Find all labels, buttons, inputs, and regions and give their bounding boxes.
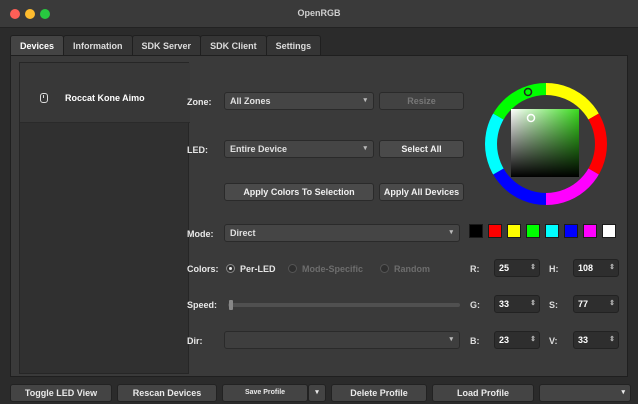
tab-information[interactable]: Information xyxy=(63,35,133,55)
tab-settings[interactable]: Settings xyxy=(265,35,322,55)
chevron-down-icon: ▾ xyxy=(449,229,453,236)
toggle-led-view-button[interactable]: Toggle LED View xyxy=(10,384,112,402)
random-radio[interactable] xyxy=(380,264,389,273)
swatch-white[interactable] xyxy=(602,224,616,238)
swatch-yellow[interactable] xyxy=(507,224,521,238)
spin-arrows-icon: ⇕ xyxy=(609,264,615,271)
zone-label: Zone: xyxy=(187,97,212,107)
green-value: 33 xyxy=(499,299,510,309)
swatch-cyan[interactable] xyxy=(545,224,559,238)
mode-label: Mode: xyxy=(187,229,214,239)
rescan-devices-button[interactable]: Rescan Devices xyxy=(117,384,217,402)
red-label: R: xyxy=(470,264,480,274)
chevron-down-icon: ▾ xyxy=(621,389,625,396)
green-spinbox[interactable]: 33 ⇕ xyxy=(494,295,540,313)
blue-label: B: xyxy=(470,336,480,346)
hue-value: 108 xyxy=(578,263,594,273)
spin-arrows-icon: ⇕ xyxy=(530,300,536,307)
swatch-green[interactable] xyxy=(526,224,540,238)
color-wheel[interactable] xyxy=(484,82,608,206)
device-list-item[interactable]: Roccat Kone Aimo xyxy=(20,63,190,123)
saturation-spinbox[interactable]: 77 ⇕ xyxy=(573,295,619,313)
mode-value: Direct xyxy=(230,228,256,238)
zone-value: All Zones xyxy=(230,96,271,106)
per-led-radio[interactable] xyxy=(226,264,235,273)
title-bar: OpenRGB xyxy=(0,0,638,28)
zone-select[interactable]: All Zones ▾ xyxy=(224,92,374,110)
save-profile-menu-button[interactable]: ▾ xyxy=(308,384,326,402)
mode-specific-label: Mode-Specific xyxy=(302,264,364,274)
delete-profile-button[interactable]: Delete Profile xyxy=(331,384,427,402)
dir-label: Dir: xyxy=(187,336,203,346)
resize-button[interactable]: Resize xyxy=(379,92,464,110)
save-profile-button[interactable]: Save Profile xyxy=(222,384,308,402)
bottom-toolbar: Toggle LED View Rescan Devices Save Prof… xyxy=(0,382,638,404)
chevron-down-icon: ▾ xyxy=(315,389,319,396)
profile-select[interactable]: ▾ xyxy=(539,384,631,402)
select-all-button[interactable]: Select All xyxy=(379,140,464,158)
value-label: V: xyxy=(549,336,558,346)
apply-colors-to-selection-button[interactable]: Apply Colors To Selection xyxy=(224,183,374,201)
chevron-down-icon: ▾ xyxy=(363,97,367,104)
mode-select[interactable]: Direct ▾ xyxy=(224,224,460,242)
led-value: Entire Device xyxy=(230,144,288,154)
saturation-value: 77 xyxy=(578,299,589,309)
red-value: 25 xyxy=(499,263,510,273)
chevron-down-icon: ▾ xyxy=(363,145,367,152)
red-spinbox[interactable]: 25 ⇕ xyxy=(494,259,540,277)
apply-all-devices-button[interactable]: Apply All Devices xyxy=(379,183,464,201)
hue-label: H: xyxy=(549,264,559,274)
spin-arrows-icon: ⇕ xyxy=(609,300,615,307)
tab-devices[interactable]: Devices xyxy=(10,35,65,55)
value-spinbox[interactable]: 33 ⇕ xyxy=(573,331,619,349)
tab-sdk-client[interactable]: SDK Client xyxy=(200,35,267,55)
blue-value: 23 xyxy=(499,335,510,345)
random-label: Random xyxy=(394,264,430,274)
green-label: G: xyxy=(470,300,480,310)
swatch-blue[interactable] xyxy=(564,224,578,238)
led-select[interactable]: Entire Device ▾ xyxy=(224,140,374,158)
blue-spinbox[interactable]: 23 ⇕ xyxy=(494,331,540,349)
speed-slider[interactable] xyxy=(228,303,460,307)
saturation-label: S: xyxy=(549,300,558,310)
tab-bar: Devices Information SDK Server SDK Clien… xyxy=(10,35,322,55)
led-label: LED: xyxy=(187,145,208,155)
chevron-down-icon: ▾ xyxy=(449,336,453,343)
device-name: Roccat Kone Aimo xyxy=(65,93,145,103)
mouse-icon xyxy=(40,93,48,103)
speed-slider-handle[interactable] xyxy=(229,300,233,310)
hue-spinbox[interactable]: 108 ⇕ xyxy=(573,259,619,277)
swatch-red[interactable] xyxy=(488,224,502,238)
swatch-magenta[interactable] xyxy=(583,224,597,238)
mode-specific-radio[interactable] xyxy=(288,264,297,273)
spin-arrows-icon: ⇕ xyxy=(530,264,536,271)
swatch-black[interactable] xyxy=(469,224,483,238)
device-list: Roccat Kone Aimo xyxy=(19,62,190,374)
direction-select[interactable]: ▾ xyxy=(224,331,460,349)
speed-label: Speed: xyxy=(187,300,218,310)
value-value: 33 xyxy=(578,335,589,345)
spin-arrows-icon: ⇕ xyxy=(609,336,615,343)
window-title: OpenRGB xyxy=(297,8,341,18)
colors-label: Colors: xyxy=(187,264,219,274)
tab-sdk-server[interactable]: SDK Server xyxy=(131,35,202,55)
load-profile-button[interactable]: Load Profile xyxy=(432,384,534,402)
per-led-label: Per-LED xyxy=(240,264,276,274)
spin-arrows-icon: ⇕ xyxy=(530,336,536,343)
